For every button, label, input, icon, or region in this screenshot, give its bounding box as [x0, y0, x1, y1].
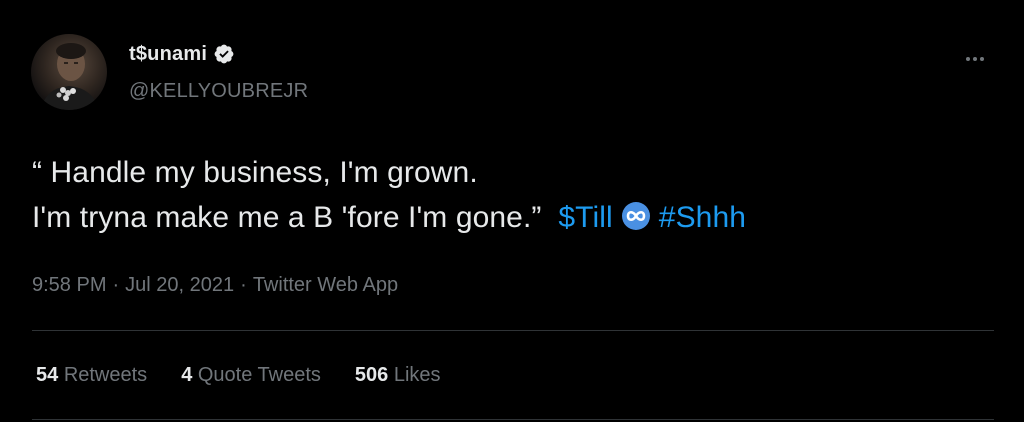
tweet-card: t$unami @KELLYOUBREJR “ Handle my busine…: [0, 0, 1024, 422]
author-name-row[interactable]: t$unami: [129, 41, 235, 67]
meta-separator: ·: [240, 274, 247, 296]
retweets-count: 54: [36, 364, 59, 386]
tweet-time[interactable]: 9:58 PM: [32, 274, 106, 296]
tweet-date[interactable]: Jul 20, 2021: [125, 274, 234, 296]
tweet-line-1: “ Handle my business, I'm grown.: [32, 156, 478, 189]
more-options-button[interactable]: [960, 50, 990, 68]
verified-badge-icon: [214, 44, 234, 64]
dot-icon: [973, 57, 977, 61]
likes-count: 506: [354, 364, 389, 386]
likes-label: Likes: [393, 364, 441, 386]
hashtag-link[interactable]: #Shhh: [659, 201, 746, 234]
likes-stat[interactable]: 506 Likes: [355, 364, 441, 387]
meta-separator: ·: [112, 274, 120, 296]
dot-icon: [980, 57, 984, 61]
infinity-icon: [621, 202, 650, 230]
retweets-label: Retweets: [63, 364, 148, 386]
avatar-image: [41, 43, 99, 110]
display-name[interactable]: t$unami: [129, 43, 207, 66]
cashtag-link[interactable]: $Till: [558, 201, 612, 234]
quote-tweets-count: 4: [181, 364, 193, 386]
divider: [32, 419, 994, 420]
tweet-line-2: I'm tryna make me a B 'fore I'm gone.” $…: [32, 195, 746, 240]
author-handle[interactable]: @KELLYOUBREJR: [129, 80, 308, 103]
quote-tweets-stat[interactable]: 4 Quote Tweets: [181, 364, 321, 387]
tweet-source[interactable]: Twitter Web App: [253, 274, 398, 296]
tweet-line-2-text: I'm tryna make me a B 'fore I'm gone.”: [32, 201, 542, 234]
dot-icon: [966, 57, 970, 61]
avatar[interactable]: [31, 34, 107, 110]
tweet-stats: 54 Retweets 4 Quote Tweets 506 Likes: [36, 364, 441, 387]
divider: [32, 330, 994, 331]
retweets-stat[interactable]: 54 Retweets: [36, 364, 147, 387]
quote-tweets-label: Quote Tweets: [197, 364, 321, 386]
tweet-text: “ Handle my business, I'm grown. I'm try…: [32, 150, 746, 240]
tweet-meta: 9:58 PM · Jul 20, 2021 · Twitter Web App: [32, 274, 398, 297]
